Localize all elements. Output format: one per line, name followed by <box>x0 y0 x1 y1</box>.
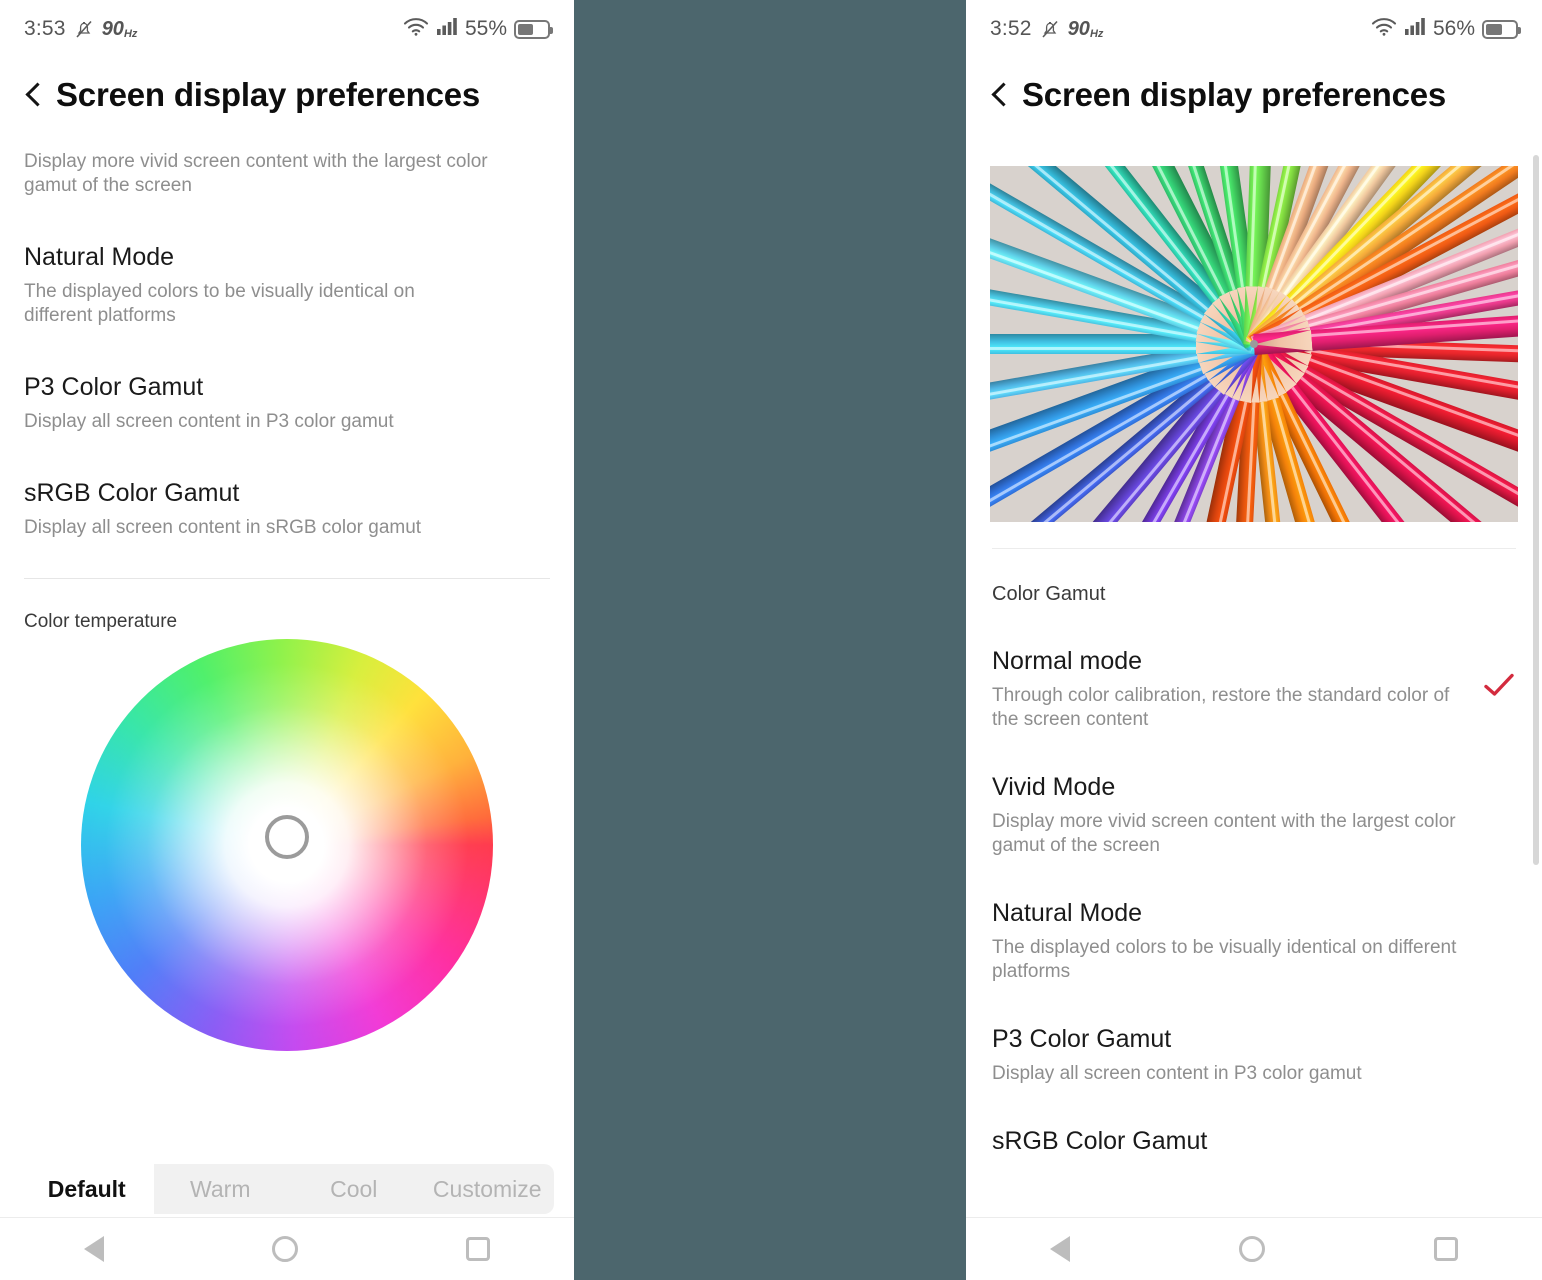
option-title: Normal mode <box>992 647 1143 675</box>
option-text: P3 Color Gamut Display all screen conten… <box>992 1024 1516 1086</box>
battery-percent-label: 55% <box>464 17 507 40</box>
color-selector-knob[interactable] <box>265 815 309 859</box>
section-divider <box>24 578 550 579</box>
color-temperature-label: Color temperature <box>24 611 178 632</box>
refresh-rate-indicator: 90Hz <box>1068 18 1104 41</box>
option-title: Natural Mode <box>992 899 1143 927</box>
clock-time: 3:53 <box>24 17 66 40</box>
refresh-rate-value: 90 <box>1067 17 1090 40</box>
nav-recents-icon[interactable] <box>1433 1237 1458 1261</box>
refresh-rate-value: 90 <box>101 17 124 40</box>
section-label-color-gamut: Color Gamut <box>992 583 1106 605</box>
option-srgb-color-gamut[interactable]: sRGB Color Gamut <box>992 1126 1516 1156</box>
option-description: Display more vivid screen content with t… <box>992 811 1456 856</box>
option-description: Through color calibration, restore the s… <box>992 685 1450 730</box>
refresh-rate-unit: Hz <box>123 27 138 40</box>
back-chevron-icon[interactable] <box>992 83 1006 107</box>
left-panel-content: Display more vivid screen content with t… <box>0 150 574 1059</box>
option-natural-mode[interactable]: Natural Mode The displayed colors to be … <box>992 898 1516 984</box>
option-title: sRGB Color Gamut <box>24 479 240 507</box>
clock-time: 3:52 <box>990 17 1032 40</box>
lead-description: Display more vivid screen content with t… <box>24 151 488 196</box>
option-natural-mode[interactable]: Natural Mode The displayed colors to be … <box>24 242 550 328</box>
nav-home-icon[interactable] <box>272 1236 298 1262</box>
wifi-icon <box>403 16 429 42</box>
option-normal-mode[interactable]: Normal mode Through color calibration, r… <box>992 646 1516 732</box>
option-title: Vivid Mode <box>992 773 1116 801</box>
option-description: Display all screen content in P3 color g… <box>992 1063 1362 1084</box>
bell-muted-icon <box>75 19 93 40</box>
option-description: Display all screen content in sRGB color… <box>24 517 422 538</box>
nav-home-icon[interactable] <box>1238 1236 1265 1262</box>
status-bar-left-group: 3:52 90Hz <box>990 17 1103 41</box>
nav-recents-icon[interactable] <box>466 1237 490 1261</box>
tab-default[interactable]: Default <box>20 1164 154 1214</box>
option-text: Vivid Mode Display more vivid screen con… <box>992 772 1516 858</box>
option-text: Natural Mode The displayed colors to be … <box>992 898 1516 984</box>
battery-icon <box>1482 19 1521 39</box>
option-srgb-color-gamut[interactable]: sRGB Color Gamut Display all screen cont… <box>24 478 550 540</box>
color-temperature-tabs[interactable]: Default Warm Cool Customize <box>20 1164 554 1214</box>
status-bar-left-group: 3:53 90Hz <box>24 17 137 41</box>
colored-pencils-radial-photo <box>990 166 1518 522</box>
right-panel-content: Color Gamut Normal mode Through color ca… <box>966 548 1542 1156</box>
option-vivid-mode[interactable]: Vivid Mode Display more vivid screen con… <box>992 772 1516 858</box>
right-phone-screen: 3:52 90Hz 56% Screen display preferences <box>966 0 1542 1280</box>
left-phone-screen: 3:53 90Hz 55% Screen display preferences… <box>0 0 574 1280</box>
wifi-icon <box>1371 16 1397 42</box>
option-title: P3 Color Gamut <box>992 1025 1172 1053</box>
tab-warm[interactable]: Warm <box>153 1164 287 1214</box>
status-bar-left: 3:53 90Hz 55% <box>0 0 574 58</box>
cellular-signal-icon <box>1404 16 1426 42</box>
back-chevron-icon[interactable] <box>26 83 40 107</box>
section-divider <box>992 548 1516 549</box>
status-bar-right-group: 56% <box>1371 16 1521 42</box>
option-p3-color-gamut[interactable]: P3 Color Gamut Display all screen conten… <box>992 1024 1516 1086</box>
option-description: Display all screen content in P3 color g… <box>24 411 394 432</box>
status-bar-right-group: 55% <box>403 16 553 42</box>
app-header-right: Screen display preferences <box>966 58 1542 132</box>
option-text: Normal mode Through color calibration, r… <box>992 646 1482 732</box>
cellular-signal-icon <box>436 16 458 42</box>
tab-cool[interactable]: Cool <box>287 1164 421 1214</box>
pencil-convergence-point <box>1250 340 1258 348</box>
status-bar-right: 3:52 90Hz 56% <box>966 0 1542 58</box>
nav-back-icon[interactable] <box>1050 1236 1071 1262</box>
color-temperature-picker[interactable] <box>24 639 550 1059</box>
vertical-scrollbar[interactable] <box>1533 155 1539 865</box>
option-text: sRGB Color Gamut <box>992 1126 1516 1156</box>
battery-icon <box>514 19 553 39</box>
tab-customize[interactable]: Customize <box>420 1164 554 1214</box>
page-title: Screen display preferences <box>56 76 481 113</box>
page-title: Screen display preferences <box>1022 76 1447 113</box>
system-nav-bar-left <box>0 1217 574 1280</box>
battery-percent-label: 56% <box>1432 17 1475 40</box>
option-p3-color-gamut[interactable]: P3 Color Gamut Display all screen conten… <box>24 372 550 434</box>
option-title: sRGB Color Gamut <box>992 1127 1208 1155</box>
option-description: The displayed colors to be visually iden… <box>24 281 415 326</box>
system-nav-bar-right <box>966 1217 1542 1280</box>
option-title: Natural Mode <box>24 243 175 271</box>
bell-muted-icon <box>1041 19 1059 40</box>
option-title: P3 Color Gamut <box>24 373 204 401</box>
option-description: The displayed colors to be visually iden… <box>992 937 1457 982</box>
selected-check-icon <box>1482 672 1516 703</box>
refresh-rate-unit: Hz <box>1089 27 1104 40</box>
right-panel-scroll-area[interactable]: Color Gamut Normal mode Through color ca… <box>966 132 1542 1218</box>
nav-back-icon[interactable] <box>84 1236 104 1262</box>
refresh-rate-indicator: 90Hz <box>102 18 138 41</box>
app-header-left: Screen display preferences <box>0 58 574 132</box>
